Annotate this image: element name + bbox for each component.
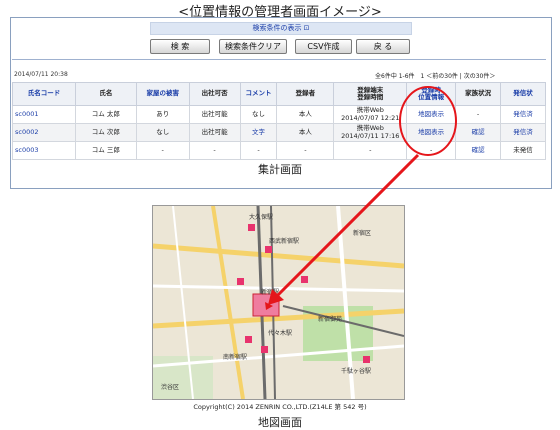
pointer-arrow	[273, 153, 420, 300]
copyright-text: Copyright(C) 2014 ZENRIN CO.,LTD.(Z14LE …	[193, 403, 367, 411]
annotation-overlay	[268, 86, 457, 305]
highlight-circle	[399, 86, 457, 156]
